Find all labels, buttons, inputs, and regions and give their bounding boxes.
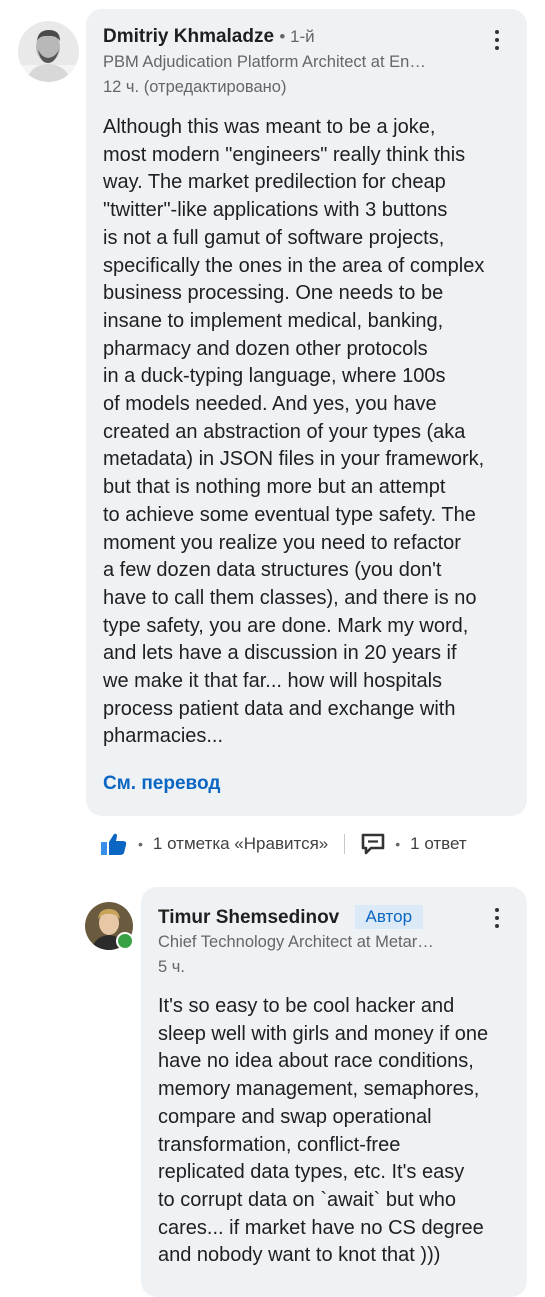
avatar-photo xyxy=(18,21,79,82)
thumbs-up-icon[interactable] xyxy=(100,832,128,856)
comment-timestamp: 12 ч. (отредактировано) xyxy=(103,78,287,96)
body-text-line: way. The market predilection for cheap xyxy=(103,171,446,194)
body-text-line: insane to implement medical, banking, xyxy=(103,309,444,332)
body-text-line: business processing. One needs to be xyxy=(103,282,444,305)
reply-timestamp: 5 ч. xyxy=(158,958,185,976)
body-text-line: in a duck-typing language, where 100s xyxy=(103,365,446,388)
body-text-line: have to call them classes), and there is… xyxy=(103,586,477,609)
body-text-line: of models needed. And yes, you have xyxy=(103,393,437,415)
comment-icon[interactable] xyxy=(361,833,385,855)
comment-actions: • 1 отметка «Нравится» • 1 ответ xyxy=(100,830,467,858)
see-translation-link[interactable]: См. перевод xyxy=(103,773,220,795)
body-text-line: have no idea about race conditions, xyxy=(158,1050,474,1073)
body-text-line: most modern "engineers" really think thi… xyxy=(103,143,466,166)
body-text-line: transformation, conflict-free xyxy=(158,1133,401,1156)
body-text-line: to achieve some eventual type safety. Th… xyxy=(103,503,476,526)
body-text-line: is not a full gamut of software projects… xyxy=(103,226,445,249)
body-text-line: and nobody want to knot that ))) xyxy=(158,1244,441,1267)
body-text-line: process patient data and exchange with xyxy=(103,697,456,720)
comment-author-name[interactable]: Dmitriy Khmaladze xyxy=(103,26,274,47)
author-badge: Автор xyxy=(354,905,424,929)
body-text-line: memory management, semaphores, xyxy=(158,1078,480,1101)
more-vertical-icon xyxy=(495,908,499,912)
replies-count[interactable]: 1 ответ xyxy=(410,834,467,854)
more-vertical-icon xyxy=(495,30,499,34)
comment-menu-button[interactable] xyxy=(482,25,512,55)
body-text-line: but that is nothing more but an attempt xyxy=(103,476,446,499)
body-text-line: compare and swap operational xyxy=(158,1105,432,1128)
body-text-line: to corrupt data on `await` but who xyxy=(158,1188,456,1211)
body-text-line: and lets have a discussion in 20 years i… xyxy=(103,642,457,665)
body-text-line: cares... if market have no CS degree xyxy=(158,1216,484,1239)
actions-divider xyxy=(344,834,346,854)
connection-degree: • 1-й xyxy=(279,27,315,46)
reply-menu-button[interactable] xyxy=(482,903,512,933)
comment-author-row: Dmitriy Khmaladze • 1-й xyxy=(103,26,315,48)
body-text-line: replicated data types, etc. It's easy xyxy=(158,1161,465,1184)
reply-author-row: Timur Shemsedinov Автор xyxy=(158,905,424,929)
avatar-dmitriy[interactable] xyxy=(18,21,79,82)
body-text-line: "twitter"-like applications with 3 butto… xyxy=(103,199,448,222)
body-text-line: metadata) in JSON files in your framewor… xyxy=(103,448,485,471)
comment-author-headline: PBM Adjudication Platform Architect at E… xyxy=(103,53,426,71)
body-text-line: moment you realize you need to refactor xyxy=(103,531,461,554)
body-text-line: Although this was meant to be a joke, xyxy=(103,116,436,138)
likes-count[interactable]: 1 отметка «Нравится» xyxy=(153,834,328,854)
body-text-line: specifically the ones in the area of com… xyxy=(103,254,485,277)
body-text-line: pharmacies... xyxy=(103,725,224,748)
body-text-line: type safety, you are done. Mark my word, xyxy=(103,614,469,637)
body-text-line: we make it that far... how will hospital… xyxy=(103,670,443,692)
online-status-icon xyxy=(116,932,134,950)
body-text-line: pharmacy and dozen other protocols xyxy=(103,337,428,360)
reply-author-headline: Chief Technology Architect at Metar… xyxy=(158,933,434,951)
body-text-line: It's so easy to be cool hacker and xyxy=(158,995,455,1017)
body-text-line: a few dozen data structures (you don't xyxy=(103,559,442,582)
body-text-line: created an abstraction of your types (ak… xyxy=(103,420,466,443)
reply-author-name[interactable]: Timur Shemsedinov xyxy=(158,907,339,928)
body-text-line: sleep well with girls and money if one xyxy=(158,1022,489,1045)
